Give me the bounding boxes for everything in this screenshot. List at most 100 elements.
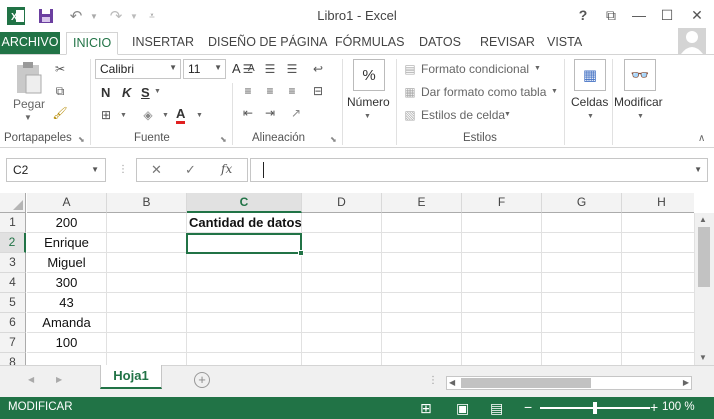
vertical-scrollbar[interactable]: ▲ ▼ [694, 213, 714, 365]
minimize-button[interactable]: — [626, 4, 652, 26]
cell-b4[interactable] [107, 273, 187, 293]
vertical-scroll-thumb[interactable] [698, 227, 710, 287]
cell-h5[interactable] [622, 293, 694, 313]
merge-center-icon[interactable]: ⊟ [310, 83, 326, 99]
paste-button-label[interactable]: Pegar [13, 97, 45, 111]
cell-h1[interactable] [622, 213, 694, 233]
row-header-8[interactable]: 8 [0, 353, 26, 365]
cell-g1[interactable] [542, 213, 622, 233]
cell-e3[interactable] [382, 253, 462, 273]
tab-vista[interactable]: VISTA [541, 32, 588, 54]
cell-c8[interactable] [187, 353, 302, 365]
column-header-a[interactable]: A [27, 193, 107, 213]
tab-revisar[interactable]: REVISAR [474, 32, 541, 54]
expand-formula-bar-icon[interactable]: ▼ [694, 165, 702, 174]
cell-e7[interactable] [382, 333, 462, 353]
row-header-1[interactable]: 1 [0, 213, 26, 233]
cell-a5[interactable]: 43 [27, 293, 107, 313]
cell-d2[interactable] [302, 233, 382, 253]
decrease-indent-icon[interactable]: ⇤ [240, 105, 256, 121]
cell-e6[interactable] [382, 313, 462, 333]
scroll-up-icon[interactable]: ▲ [699, 215, 707, 224]
collapse-ribbon-icon[interactable]: ∧ [698, 133, 705, 144]
tab-archivo[interactable]: ARCHIVO [0, 32, 60, 54]
cell-h8[interactable] [622, 353, 694, 365]
horizontal-scrollbar[interactable]: ◀ ▶ [446, 376, 692, 390]
cell-e5[interactable] [382, 293, 462, 313]
cell-g6[interactable] [542, 313, 622, 333]
column-header-b[interactable]: B [107, 193, 187, 213]
sheet-tab-hoja1[interactable]: Hoja1 [100, 365, 162, 389]
cell-b7[interactable] [107, 333, 187, 353]
cell-b3[interactable] [107, 253, 187, 273]
zoom-in-icon[interactable]: + [650, 399, 658, 415]
paste-dropdown-icon[interactable]: ▼ [24, 113, 32, 122]
cell-b5[interactable] [107, 293, 187, 313]
cell-d6[interactable] [302, 313, 382, 333]
new-sheet-icon[interactable]: + [194, 372, 210, 388]
font-color-icon[interactable]: A [176, 107, 186, 124]
cell-e8[interactable] [382, 353, 462, 365]
cancel-icon[interactable]: ✕ [151, 162, 162, 178]
percent-icon[interactable]: % [353, 59, 385, 91]
cell-styles-icon[interactable]: ▧ [402, 107, 418, 123]
page-layout-view-icon[interactable]: ▣ [456, 400, 469, 417]
cell-d7[interactable] [302, 333, 382, 353]
align-bottom-icon[interactable]: ☰ [284, 61, 300, 77]
cell-b1[interactable] [107, 213, 187, 233]
cell-c3[interactable] [187, 253, 302, 273]
cell-h6[interactable] [622, 313, 694, 333]
fill-handle[interactable] [298, 250, 304, 256]
chevron-down-icon[interactable]: ▼ [91, 165, 99, 174]
row-header-4[interactable]: 4 [0, 273, 26, 293]
font-name-combo[interactable]: Calibri ▼ [95, 59, 181, 79]
underline-dropdown-icon[interactable]: ▼ [154, 88, 161, 95]
ribbon-display-options-button[interactable]: ⧉ [598, 4, 624, 26]
fill-color-dropdown-icon[interactable]: ▼ [162, 112, 169, 119]
cell-d5[interactable] [302, 293, 382, 313]
prev-sheet-icon[interactable]: ◀ [28, 375, 34, 384]
tab-insertar[interactable]: INSERTAR [126, 32, 200, 54]
tab-diseno-de-pagina[interactable]: DISEÑO DE PÁGINA [202, 32, 333, 54]
cell-f2[interactable] [462, 233, 542, 253]
next-sheet-icon[interactable]: ▶ [56, 375, 62, 384]
tab-inicio[interactable]: INICIO [66, 32, 119, 55]
editing-button[interactable]: Modificar [614, 95, 663, 109]
format-as-table-button[interactable]: Dar formato como tabla [421, 85, 546, 99]
cut-icon[interactable]: ✂ [52, 61, 68, 77]
alignment-launcher-icon[interactable]: ⬊ [330, 135, 337, 144]
font-size-combo[interactable]: 11 ▼ [183, 59, 226, 79]
copy-icon[interactable]: ⧉ [52, 83, 68, 99]
cell-h7[interactable] [622, 333, 694, 353]
fill-color-icon[interactable]: ◈ [140, 107, 156, 123]
paste-icon[interactable] [14, 61, 44, 97]
cell-f4[interactable] [462, 273, 542, 293]
cell-d4[interactable] [302, 273, 382, 293]
align-right-icon[interactable]: ≡ [284, 83, 300, 99]
cell-g2[interactable] [542, 233, 622, 253]
column-header-f[interactable]: F [462, 193, 542, 213]
cell-d8[interactable] [302, 353, 382, 365]
wrap-text-icon[interactable]: ↩ [310, 61, 326, 77]
tab-datos[interactable]: DATOS [413, 32, 467, 54]
zoom-out-icon[interactable]: − [524, 399, 532, 415]
borders-dropdown-icon[interactable]: ▼ [120, 112, 127, 119]
row-header-6[interactable]: 6 [0, 313, 26, 333]
worksheet-grid[interactable]: A B C D E F G H 1 2 3 4 5 6 7 8 200 Canti… [0, 193, 694, 365]
cell-h4[interactable] [622, 273, 694, 293]
insert-function-icon[interactable]: fx [221, 162, 232, 176]
cells-dropdown-icon[interactable]: ▼ [587, 113, 594, 120]
cell-c5[interactable] [187, 293, 302, 313]
row-header-5[interactable]: 5 [0, 293, 26, 313]
cell-b6[interactable] [107, 313, 187, 333]
name-box[interactable]: C2 ▼ [6, 158, 106, 182]
binoculars-icon[interactable]: 👓 [624, 59, 656, 91]
cell-f3[interactable] [462, 253, 542, 273]
tab-formulas[interactable]: FÓRMULAS [329, 32, 410, 54]
font-color-dropdown-icon[interactable]: ▼ [196, 112, 203, 119]
chevron-down-icon[interactable]: ▼ [551, 88, 558, 95]
cell-d1[interactable] [302, 213, 382, 233]
cell-f7[interactable] [462, 333, 542, 353]
cell-styles-button[interactable]: Estilos de celda [421, 108, 505, 122]
scroll-down-icon[interactable]: ▼ [699, 353, 707, 362]
